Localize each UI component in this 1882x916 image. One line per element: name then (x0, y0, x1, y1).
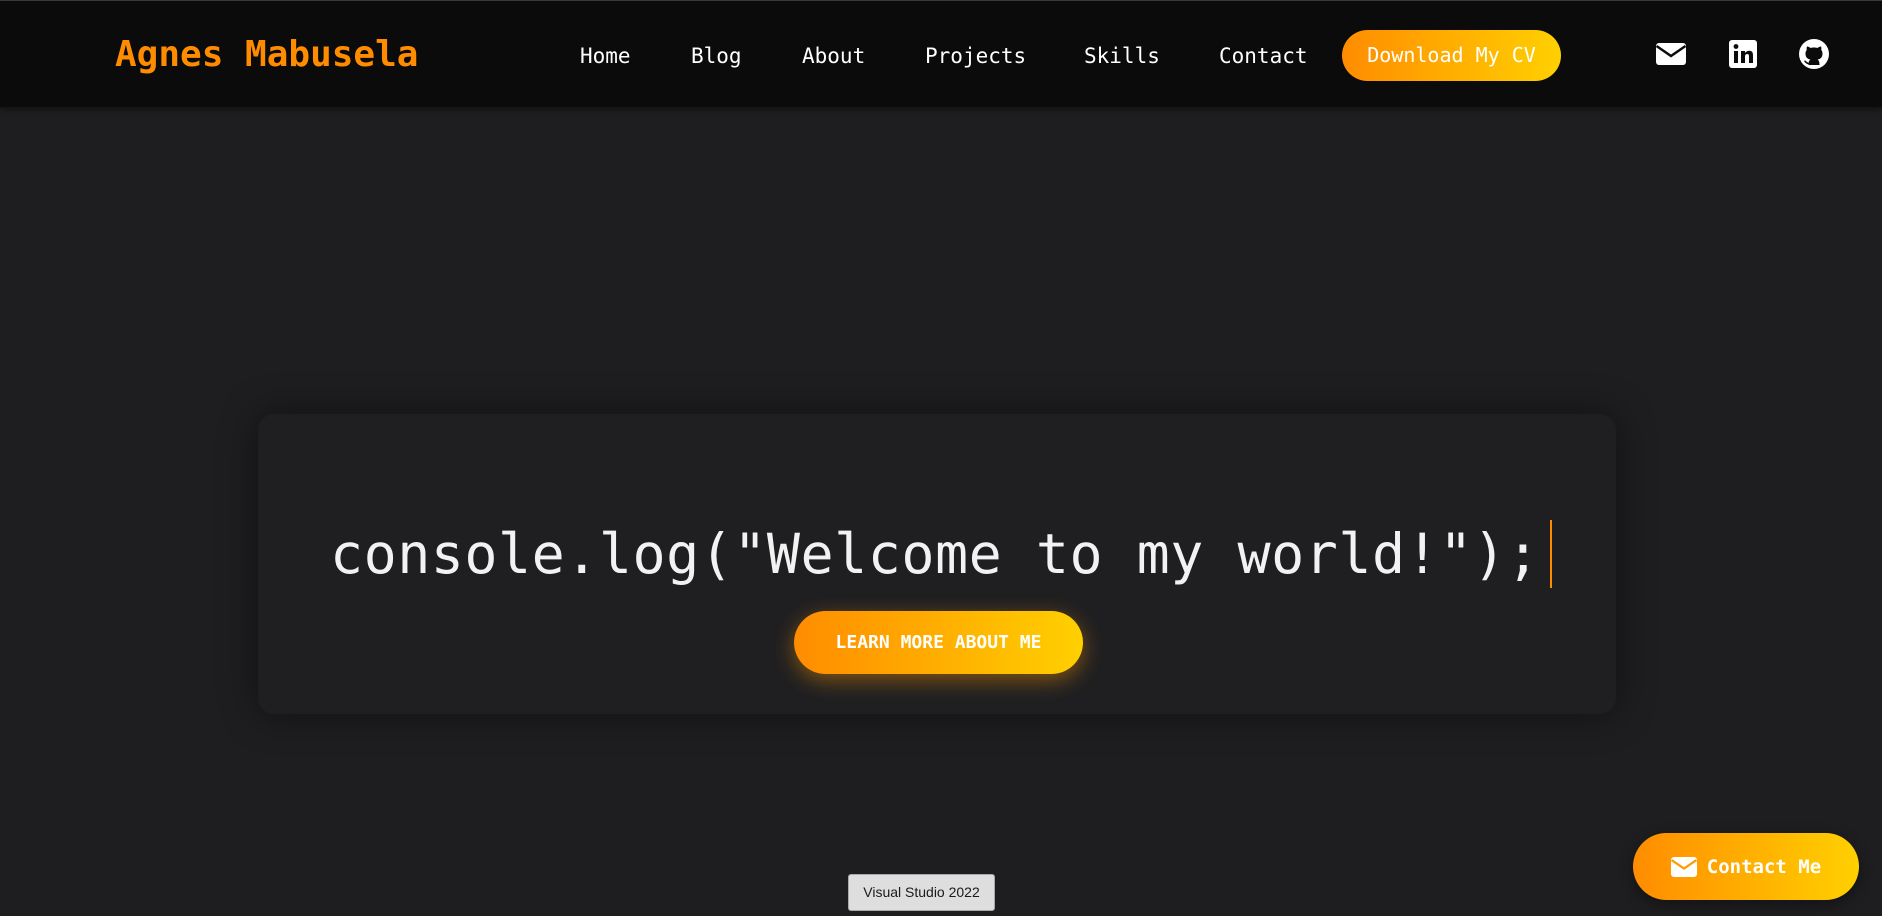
envelope-icon[interactable] (1655, 38, 1687, 70)
tooltip: Visual Studio 2022 (848, 874, 995, 911)
nav-home[interactable]: Home (580, 43, 631, 69)
nav-about[interactable]: About (802, 43, 865, 69)
nav-skills[interactable]: Skills (1084, 43, 1160, 69)
contact-me-button[interactable]: Contact Me (1633, 833, 1859, 900)
navbar: Agnes Mabusela Home Blog About Projects … (0, 0, 1882, 107)
nav-projects[interactable]: Projects (925, 43, 1026, 69)
learn-more-button[interactable]: LEARN MORE ABOUT ME (794, 611, 1083, 674)
hero-heading: console.log("Welcome to my world!"); (0, 516, 1882, 592)
nav-blog[interactable]: Blog (691, 43, 742, 69)
github-icon[interactable] (1798, 38, 1830, 70)
linkedin-icon[interactable] (1727, 38, 1759, 70)
download-cv-button[interactable]: Download My CV (1342, 30, 1561, 81)
hero-code-line: console.log("Welcome to my world!"); (329, 522, 1541, 586)
contact-me-label: Contact Me (1706, 855, 1822, 878)
envelope-icon (1670, 856, 1697, 877)
typing-caret (1550, 520, 1553, 588)
brand-name[interactable]: Agnes Mabusela (115, 33, 418, 77)
nav-contact[interactable]: Contact (1219, 43, 1308, 69)
